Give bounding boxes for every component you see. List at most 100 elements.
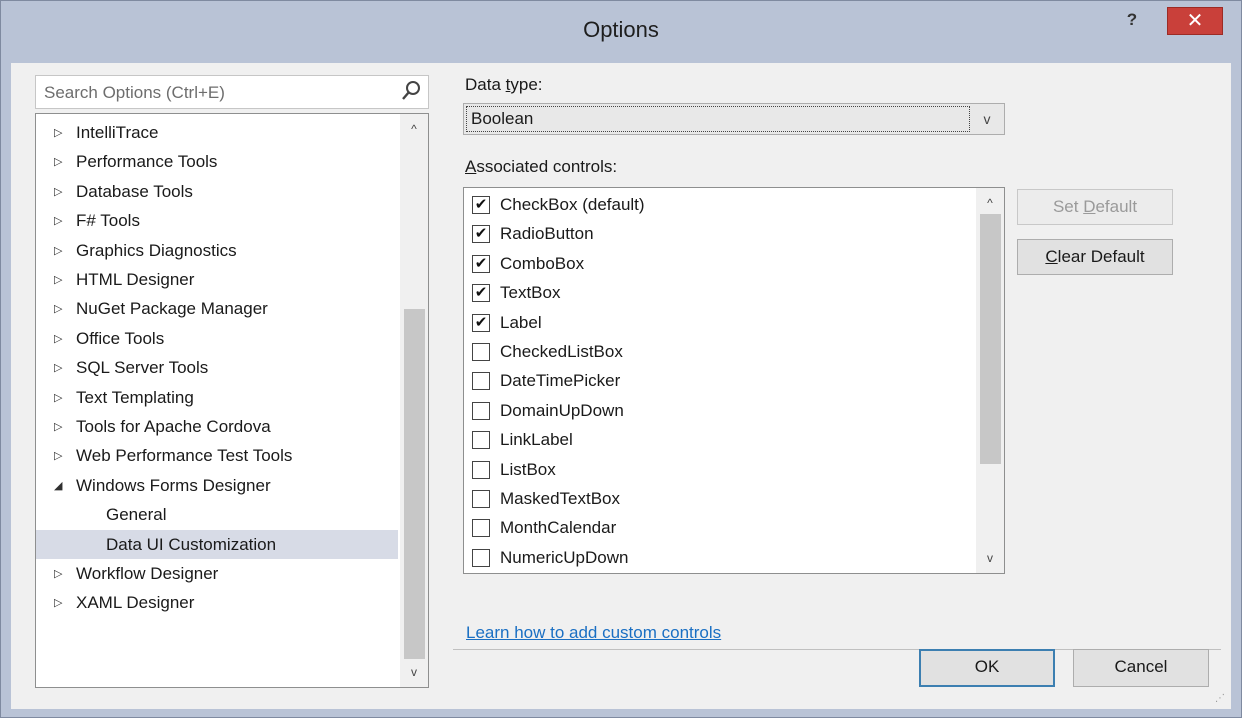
chevron-down-icon[interactable]: v xyxy=(976,108,998,130)
dialog-title: Options xyxy=(583,17,659,42)
tree-item-label: NuGet Package Manager xyxy=(76,299,268,319)
tree-item[interactable]: ▷ F# Tools xyxy=(36,206,398,235)
dialog-body: Search Options (Ctrl+E) ▷ IntelliTrace ▷ Pe… xyxy=(11,63,1231,709)
set-default-button[interactable]: Set Default xyxy=(1017,189,1173,225)
expand-arrow-icon[interactable]: ▷ xyxy=(54,177,68,206)
data-type-select[interactable]: Boolean v xyxy=(463,103,1005,135)
list-item[interactable]: MonthCalendar xyxy=(464,513,974,542)
tree-item[interactable]: ◢ Windows Forms Designer xyxy=(36,471,398,500)
checkbox-checked[interactable]: ✔ xyxy=(472,284,490,303)
tree-item[interactable]: ▷ Text Templating xyxy=(36,383,398,412)
checkbox-unchecked[interactable] xyxy=(472,401,490,420)
data-type-label: Data type: xyxy=(465,75,543,94)
tree-item[interactable]: ▷ Graphics Diagnostics xyxy=(36,236,398,265)
checkbox-unchecked[interactable] xyxy=(472,548,490,567)
expand-arrow-icon[interactable]: ▷ xyxy=(54,206,68,235)
collapse-arrow-icon[interactable]: ◢ xyxy=(54,471,68,500)
tree-item-label: IntelliTrace xyxy=(76,123,159,142)
tree-item-label: Text Templating xyxy=(76,387,194,407)
expand-arrow-icon[interactable]: ▷ xyxy=(54,441,68,470)
checkbox-checked[interactable]: ✔ xyxy=(472,225,490,244)
tree-item[interactable]: ▷ SQL Server Tools xyxy=(36,353,398,382)
expand-arrow-icon[interactable]: ▷ xyxy=(54,383,68,412)
help-button[interactable]: ? xyxy=(1111,7,1153,35)
list-item-label: CheckedListBox xyxy=(500,342,623,361)
tree-item[interactable]: ▷ Web Performance Test Tools xyxy=(36,441,398,470)
tree-item-label: Office Tools xyxy=(76,328,165,348)
options-tree[interactable]: ▷ IntelliTrace ▷ Performance Tools ▷ Database… xyxy=(35,113,429,688)
tree-item-label: SQL Server Tools xyxy=(76,358,209,378)
expand-arrow-icon[interactable]: ▷ xyxy=(54,588,68,617)
search-icon[interactable] xyxy=(400,80,422,102)
list-item[interactable]: ✔ TextBox xyxy=(464,278,974,307)
close-button[interactable]: ✕ xyxy=(1167,7,1223,35)
associated-controls-list[interactable]: ✔ CheckBox (default) ✔ RadioButton ✔ ComboBox… xyxy=(463,187,1005,574)
expand-arrow-icon[interactable]: ▷ xyxy=(54,412,68,441)
list-item[interactable]: NumericUpDown xyxy=(464,543,974,572)
checkbox-unchecked[interactable] xyxy=(472,372,490,391)
associated-controls-label: Associated controls: xyxy=(465,157,618,176)
list-item-label: DomainUpDown xyxy=(500,400,624,420)
expand-arrow-icon[interactable]: ▷ xyxy=(54,294,68,323)
checkbox-checked[interactable]: ✔ xyxy=(472,254,490,273)
tree-scroll-thumb[interactable] xyxy=(404,309,425,659)
search-box[interactable]: Search Options (Ctrl+E) xyxy=(35,75,429,109)
cancel-button[interactable]: Cancel xyxy=(1073,649,1209,687)
tree-item-label: Database Tools xyxy=(76,181,193,201)
expand-arrow-icon[interactable]: ▷ xyxy=(54,353,68,382)
list-item-label: MonthCalendar xyxy=(500,518,617,538)
list-item-label: ListBox xyxy=(500,459,556,479)
checkbox-unchecked[interactable] xyxy=(472,519,490,538)
expand-arrow-icon[interactable]: ▷ xyxy=(54,236,68,265)
tree-item[interactable]: ▷ NuGet Package Manager xyxy=(36,294,398,323)
tree-item-label: Workflow Designer xyxy=(76,564,219,583)
tree-item[interactable]: ▷ Database Tools xyxy=(36,177,398,206)
tree-item[interactable]: ▷ Office Tools xyxy=(36,324,398,353)
expand-arrow-icon[interactable]: ▷ xyxy=(54,147,68,176)
scroll-down-icon[interactable]: v xyxy=(976,545,1004,571)
checkbox-checked[interactable]: ✔ xyxy=(472,313,490,332)
tree-item[interactable]: ▷ Workflow Designer xyxy=(36,559,398,588)
checkbox-unchecked[interactable] xyxy=(472,490,490,508)
tree-item[interactable]: Data UI Customization xyxy=(36,529,398,559)
tree-item[interactable]: ▷ Performance Tools xyxy=(36,147,398,176)
expand-arrow-icon[interactable]: ▷ xyxy=(54,324,68,353)
list-item-label: CheckBox (default) xyxy=(500,195,645,214)
checkbox-checked[interactable]: ✔ xyxy=(472,196,490,214)
expand-arrow-icon[interactable]: ▷ xyxy=(54,559,68,588)
list-scrollbar[interactable]: ^ v xyxy=(976,188,1004,573)
list-item[interactable]: CheckedListBox xyxy=(464,337,974,366)
scroll-up-icon[interactable]: ^ xyxy=(976,190,1004,216)
list-item[interactable]: ✔ CheckBox (default) xyxy=(464,190,974,219)
clear-default-button[interactable]: Clear Default xyxy=(1017,239,1173,275)
tree-item[interactable]: ▷ HTML Designer xyxy=(36,265,398,294)
search-input[interactable]: Search Options (Ctrl+E) xyxy=(44,83,225,103)
list-item[interactable]: DomainUpDown xyxy=(464,396,974,425)
list-item[interactable]: DateTimePicker xyxy=(464,366,974,395)
list-item[interactable]: ✔ Label xyxy=(464,308,974,337)
resize-grip-icon[interactable]: ⋰ xyxy=(1215,693,1227,705)
list-item[interactable]: ✔ RadioButton xyxy=(464,219,974,248)
scroll-down-icon[interactable]: v xyxy=(400,659,428,685)
tree-item-label: Windows Forms Designer xyxy=(76,475,271,495)
list-item[interactable]: MaskedTextBox xyxy=(464,484,974,513)
list-scroll-thumb[interactable] xyxy=(980,214,1001,464)
tree-item[interactable]: ▷ IntelliTrace xyxy=(36,118,398,147)
tree-item[interactable]: ▷ Tools for Apache Cordova xyxy=(36,412,398,441)
expand-arrow-icon[interactable]: ▷ xyxy=(54,118,68,147)
list-item[interactable]: LinkLabel xyxy=(464,425,974,454)
ok-button[interactable]: OK xyxy=(919,649,1055,687)
list-item[interactable]: ✔ ComboBox xyxy=(464,249,974,278)
learn-custom-controls-link[interactable]: Learn how to add custom controls xyxy=(466,623,721,643)
checkbox-unchecked[interactable] xyxy=(472,431,490,450)
scroll-up-icon[interactable]: ^ xyxy=(400,116,428,142)
checkbox-unchecked[interactable] xyxy=(472,460,490,479)
list-item-label: LinkLabel xyxy=(500,430,573,450)
checkbox-unchecked[interactable] xyxy=(472,343,490,361)
list-item[interactable]: ListBox xyxy=(464,455,974,484)
tree-scrollbar[interactable]: ^ v xyxy=(400,114,428,687)
tree-item[interactable]: General xyxy=(36,500,398,529)
list-item-label: DateTimePicker xyxy=(500,371,621,391)
expand-arrow-icon[interactable]: ▷ xyxy=(54,265,68,294)
tree-item[interactable]: ▷ XAML Designer xyxy=(36,588,398,617)
